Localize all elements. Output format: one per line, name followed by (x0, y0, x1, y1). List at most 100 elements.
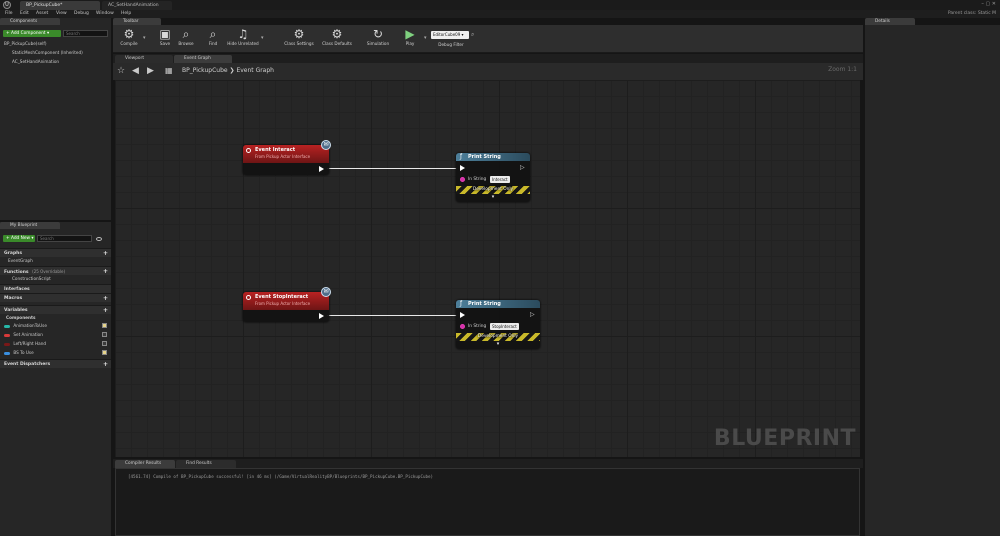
variables-label: Variables (4, 308, 28, 313)
construction-script-label: ConstructionScript (12, 276, 51, 281)
visibility-toggle-icon[interactable] (102, 323, 107, 328)
category-graphs[interactable]: Graphs + (0, 248, 111, 257)
visibility-toggle-icon[interactable] (102, 332, 107, 337)
title-bar: U BP_PickupCube* AC_SetHandAnimation – ▢… (0, 0, 1000, 10)
eye-icon[interactable] (96, 237, 102, 241)
event-interact-node[interactable]: Event Interact From Pickup Actor Interfa… (243, 140, 331, 175)
my-blueprint-tab[interactable]: My Blueprint (0, 222, 60, 229)
variable-row[interactable]: AnimationToUse (4, 322, 109, 330)
class-settings-button[interactable]: ⚙ Class Settings (280, 26, 318, 52)
category-macros[interactable]: Macros + (0, 293, 111, 302)
debug-filter-label: Debug Filter (438, 42, 464, 47)
event-node-title: Event Interact (255, 147, 296, 153)
string-pin[interactable] (460, 177, 465, 182)
event-graph-item[interactable]: EventGraph (8, 257, 33, 265)
tab-viewport[interactable]: Viewport (115, 55, 173, 63)
tab-compiler-results[interactable]: Compiler Results (115, 460, 175, 468)
expand-chevron-down-icon[interactable]: ▾ (456, 194, 530, 200)
add-component-button[interactable]: + Add Component ▾ (3, 30, 61, 37)
function-icon: ƒ (460, 153, 463, 160)
play-button[interactable]: ▶ Play (394, 26, 426, 52)
string-pin[interactable] (460, 324, 465, 329)
compile-options-chevron-icon[interactable]: ▾ (143, 35, 146, 41)
in-string-value-field[interactable]: Interact (490, 176, 510, 183)
menu-asset[interactable]: Asset (36, 10, 48, 18)
menu-help[interactable]: Help (121, 10, 131, 18)
add-graph-plus-icon[interactable]: + (103, 249, 108, 258)
add-variable-plus-icon[interactable]: + (103, 306, 108, 315)
variable-row[interactable]: BS To Use (4, 349, 109, 357)
in-string-value-field[interactable]: StopInteract (490, 323, 519, 330)
visibility-toggle-icon[interactable] (102, 350, 107, 355)
variable-name: AnimationToUse (13, 323, 47, 328)
print-string-node[interactable]: ƒ Print String ▷ In String Interact Deve… (456, 153, 530, 202)
component-ac-sethandanimation-item[interactable]: AC_SetHandAnimation (12, 58, 59, 66)
components-group-label: Components (6, 315, 36, 320)
details-tab[interactable]: Details (865, 18, 915, 25)
variable-row[interactable]: Set Animation (4, 331, 109, 339)
breadcrumb-blueprint[interactable]: BP_PickupCube (182, 67, 228, 74)
toolbar-tab[interactable]: Toolbar (113, 18, 161, 25)
log-message: [4561.74] Compile of BP_PickupCube succe… (128, 474, 434, 479)
play-options-chevron-icon[interactable]: ▾ (424, 35, 427, 41)
construction-script-item[interactable]: ConstructionScript (12, 275, 51, 283)
exec-output-pin[interactable] (319, 313, 324, 319)
event-stopinteract-node[interactable]: Event StopInteract From Pickup Actor Int… (243, 287, 331, 322)
tab-ac-sethandanimation[interactable]: AC_SetHandAnimation (102, 1, 172, 10)
favorite-star-icon[interactable]: ☆ (117, 66, 125, 76)
exec-output-hollow-pin[interactable]: ▷ (530, 311, 535, 318)
class-defaults-button[interactable]: ⚙ Class Defaults (318, 26, 356, 52)
menu-window[interactable]: Window (96, 10, 114, 18)
add-new-button[interactable]: + Add New ▾ (3, 235, 35, 242)
exec-input-pin[interactable] (460, 312, 465, 318)
category-variables[interactable]: Variables + (0, 305, 111, 314)
add-dispatcher-plus-icon[interactable]: + (103, 360, 108, 369)
category-functions[interactable]: Functions (25 Overridable) + (0, 266, 111, 275)
event-node-subtitle: From Pickup Actor Interface (255, 154, 311, 159)
menu-file[interactable]: File (5, 10, 13, 18)
development-only-banner: Development Only (456, 186, 530, 194)
hide-unrelated-chevron-icon[interactable]: ▾ (261, 35, 264, 41)
graph-tabs-bar: Viewport Event Graph (113, 54, 863, 63)
components-search-input[interactable]: Search (63, 30, 108, 37)
category-event-dispatchers[interactable]: Event Dispatchers + (0, 359, 111, 368)
my-blueprint-search-input[interactable]: Search (37, 235, 92, 242)
functions-overridable-count: (25 Overridable) (32, 269, 66, 274)
exec-output-pin[interactable] (319, 166, 324, 172)
components-tab[interactable]: Components (0, 18, 60, 25)
tab-find-results[interactable]: Find Results (176, 460, 236, 468)
expand-chevron-down-icon[interactable]: ▾ (456, 341, 540, 347)
exec-output-hollow-pin[interactable]: ▷ (520, 164, 525, 171)
browse-icon: ⌕ (182, 27, 190, 41)
tab-event-graph[interactable]: Event Graph (174, 55, 232, 63)
in-string-pin-row: In String StopInteract (460, 323, 538, 331)
back-arrow-icon[interactable]: ◀ (132, 66, 139, 76)
tab-bp-pickupcube[interactable]: BP_PickupCube* (20, 1, 100, 10)
add-macro-plus-icon[interactable]: + (103, 294, 108, 303)
debug-object-select[interactable]: EditorCube09 ▾ (431, 31, 469, 39)
breadcrumb-graph[interactable]: Event Graph (236, 67, 274, 74)
visibility-toggle-icon[interactable] (102, 341, 107, 346)
play-label: Play (405, 41, 415, 46)
add-function-plus-icon[interactable]: + (103, 267, 108, 276)
component-root-item[interactable]: BP_PickupCube(self) (4, 40, 46, 48)
hide-unrelated-button[interactable]: ♫ Hide Unrelated (225, 26, 261, 52)
forward-arrow-icon[interactable]: ▶ (147, 66, 154, 76)
debug-search-icon[interactable]: ⌕ (471, 31, 474, 39)
components-variable-group[interactable]: Components (6, 314, 35, 322)
variable-row[interactable]: Left/Right Hand (4, 340, 109, 348)
exec-input-pin[interactable] (460, 165, 465, 171)
simulation-button[interactable]: ↻ Simulation (361, 26, 395, 52)
details-panel (865, 25, 1000, 536)
menu-view[interactable]: View (56, 10, 67, 18)
function-icon: ƒ (460, 300, 463, 307)
compile-button[interactable]: ⚙ Compile (113, 26, 145, 52)
category-interfaces[interactable]: Interfaces (0, 284, 111, 293)
menu-edit[interactable]: Edit (20, 10, 29, 18)
event-graph-canvas[interactable]: Event Interact From Pickup Actor Interfa… (115, 80, 860, 457)
window-controls[interactable]: – ▢ ✕ (966, 1, 996, 9)
menu-debug[interactable]: Debug (74, 10, 89, 18)
event-node-header: Event Interact From Pickup Actor Interfa… (243, 145, 329, 163)
print-string-node[interactable]: ƒ Print String ▷ In String StopInteract … (456, 300, 540, 349)
component-staticmesh-item[interactable]: StaticMeshComponent (Inherited) (12, 49, 83, 57)
